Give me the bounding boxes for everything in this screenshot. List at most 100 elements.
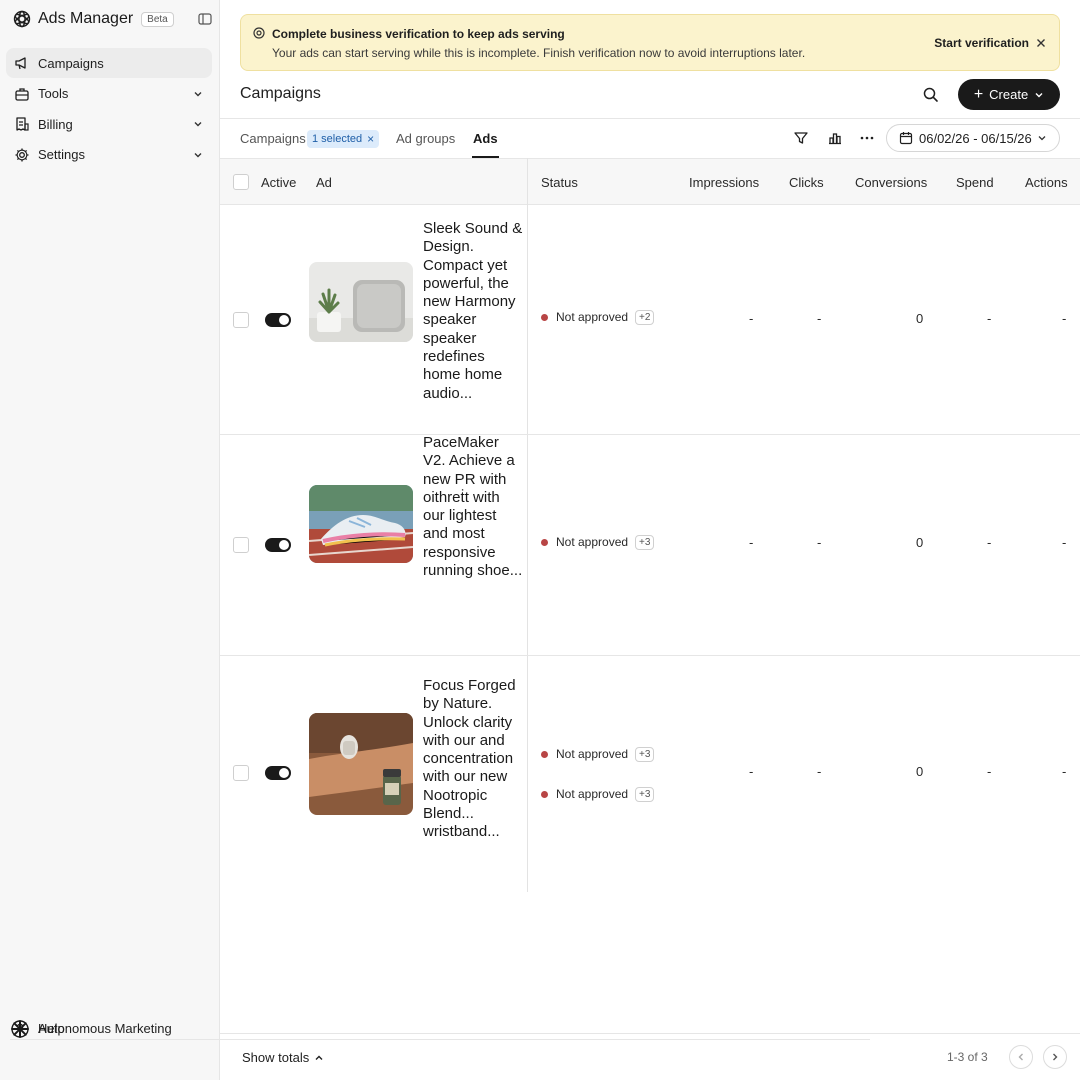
sidebar: Ads Manager Beta Campaigns Tools Billing	[0, 0, 870, 1080]
column-header-ad[interactable]: Ad	[316, 175, 332, 190]
bar-chart-icon[interactable]	[827, 130, 843, 146]
status-badge: Not approved +2	[541, 308, 655, 326]
table-row[interactable]: Sleek Sound & Design. Compact yet powerf…	[220, 205, 1080, 435]
footer-divider	[220, 1033, 1080, 1034]
receipt-icon	[14, 116, 30, 132]
status-dot	[541, 750, 548, 758]
beta-badge: Beta	[141, 11, 174, 27]
row-checkbox[interactable]	[233, 312, 249, 328]
app-title: Ads Manager	[38, 10, 134, 27]
spend-value: -	[987, 764, 992, 779]
table-header: Active Ad Status Impressions Clicks Conv…	[220, 158, 1080, 205]
brand-header: Ads Manager Beta	[12, 8, 212, 30]
column-header-actions[interactable]: Actions	[1025, 175, 1068, 190]
column-header-status[interactable]: Status	[541, 175, 578, 190]
sidebar-item-settings[interactable]: Settings	[6, 140, 212, 170]
chevron-down-icon	[1034, 90, 1044, 100]
table-row[interactable]: PaceMaker V2. Achieve a new PR with oith…	[220, 434, 1080, 656]
tab-ads[interactable]: Ads	[473, 131, 498, 146]
select-all-checkbox[interactable]	[233, 174, 249, 190]
banner-message: Your ads can start serving while this is…	[272, 46, 806, 60]
active-toggle[interactable]	[265, 766, 291, 780]
date-range-picker[interactable]: 06/02/26 - 06/15/26	[886, 124, 1060, 152]
help-label: Help	[38, 1021, 65, 1036]
row-checkbox[interactable]	[233, 537, 249, 553]
sidebar-item-label: Settings	[38, 147, 85, 162]
impressions-value: -	[749, 311, 754, 326]
status-badge: Not approved +3	[541, 533, 655, 551]
sidebar-item-billing[interactable]: Billing	[6, 109, 212, 139]
ad-thumbnail-wristband[interactable]	[309, 713, 413, 815]
create-button[interactable]: + Create	[958, 79, 1060, 110]
column-header-impressions[interactable]: Impressions	[689, 175, 759, 190]
filter-icon[interactable]	[793, 130, 809, 146]
active-toggle[interactable]	[265, 313, 291, 327]
spend-value: -	[987, 311, 992, 326]
header-divider	[220, 118, 1080, 119]
pagination-count: 1-3 of 3	[947, 1050, 988, 1064]
column-header-spend[interactable]: Spend	[956, 175, 994, 190]
close-icon[interactable]	[1035, 37, 1047, 49]
ad-thumbnail-shoe[interactable]	[309, 485, 413, 563]
search-icon[interactable]	[922, 86, 940, 104]
chevron-down-icon	[192, 88, 204, 100]
clicks-value: -	[817, 535, 822, 550]
sidebar-nav: Campaigns Tools Billing Settings	[6, 48, 212, 170]
column-header-conversions[interactable]: Conversions	[855, 175, 927, 190]
column-header-clicks[interactable]: Clicks	[789, 175, 824, 190]
status-extra-count[interactable]: +3	[635, 534, 655, 550]
row-checkbox[interactable]	[233, 765, 249, 781]
ad-copy: PaceMaker V2. Achieve a new PR with oith…	[423, 434, 523, 580]
sidebar-item-label: Billing	[38, 116, 73, 132]
date-range-value: 06/02/26 - 06/15/26	[919, 130, 1032, 146]
column-header-active[interactable]: Active	[261, 175, 296, 190]
clicks-value: -	[817, 764, 822, 779]
next-page-button[interactable]	[1043, 1045, 1067, 1069]
spend-value: -	[987, 535, 992, 550]
status-badge: Not approved +3	[541, 785, 655, 803]
help-link[interactable]: Help	[10, 1018, 870, 1040]
sidebar-item-label: Campaigns	[38, 55, 104, 71]
chevron-up-icon	[314, 1053, 324, 1063]
status-label: Not approved	[556, 535, 629, 549]
status-extra-count[interactable]: +3	[635, 786, 655, 802]
help-icon	[10, 1019, 30, 1039]
sidebar-toggle-icon[interactable]	[198, 12, 212, 26]
banner-title: Complete business verification to keep a…	[272, 27, 565, 41]
selected-filter-pill[interactable]: 1 selected ×	[307, 130, 380, 148]
ad-copy: Focus Forged by Nature. Unlock clarity w…	[423, 677, 516, 841]
verified-badge-icon	[253, 27, 265, 39]
status-extra-count[interactable]: +2	[635, 309, 655, 325]
sidebar-item-campaigns[interactable]: Campaigns	[6, 48, 212, 78]
more-options-icon[interactable]	[859, 130, 875, 146]
chevron-down-icon	[192, 149, 204, 161]
chevron-left-icon	[1018, 1053, 1023, 1061]
calendar-icon	[899, 131, 913, 145]
chevron-down-icon	[1037, 133, 1047, 143]
status-dot	[541, 538, 548, 546]
tab-ad-groups[interactable]: Ad groups	[396, 131, 455, 146]
previous-page-button[interactable]	[1009, 1045, 1033, 1069]
table-row[interactable]: Focus Forged by Nature. Unlock clarity w…	[220, 656, 1080, 892]
active-toggle[interactable]	[265, 538, 291, 552]
gear-icon	[14, 147, 30, 163]
app-logo-icon	[12, 9, 32, 29]
actions-value: -	[1062, 535, 1067, 550]
plus-icon: +	[973, 85, 984, 103]
status-badge: Not approved +3	[541, 745, 655, 763]
tab-campaigns[interactable]: Campaigns	[240, 131, 306, 146]
conversions-value: 0	[916, 764, 924, 779]
status-extra-count[interactable]: +3	[635, 746, 655, 762]
status-label: Not approved	[556, 747, 629, 761]
ad-thumbnail-speaker[interactable]	[309, 262, 413, 342]
actions-value: -	[1062, 764, 1067, 779]
clicks-value: -	[817, 311, 822, 326]
verification-banner: Complete business verification to keep a…	[240, 14, 1060, 71]
show-totals-button[interactable]: Show totals	[242, 1050, 324, 1065]
selected-count: 1 selected	[312, 133, 363, 145]
clear-selection-icon[interactable]: ×	[367, 132, 374, 146]
ad-copy: Sleek Sound & Design. Compact yet powerf…	[423, 220, 523, 402]
sidebar-item-tools[interactable]: Tools	[6, 79, 212, 109]
start-verification-button[interactable]: Start verification	[934, 36, 1029, 50]
show-totals-label: Show totals	[242, 1050, 310, 1065]
